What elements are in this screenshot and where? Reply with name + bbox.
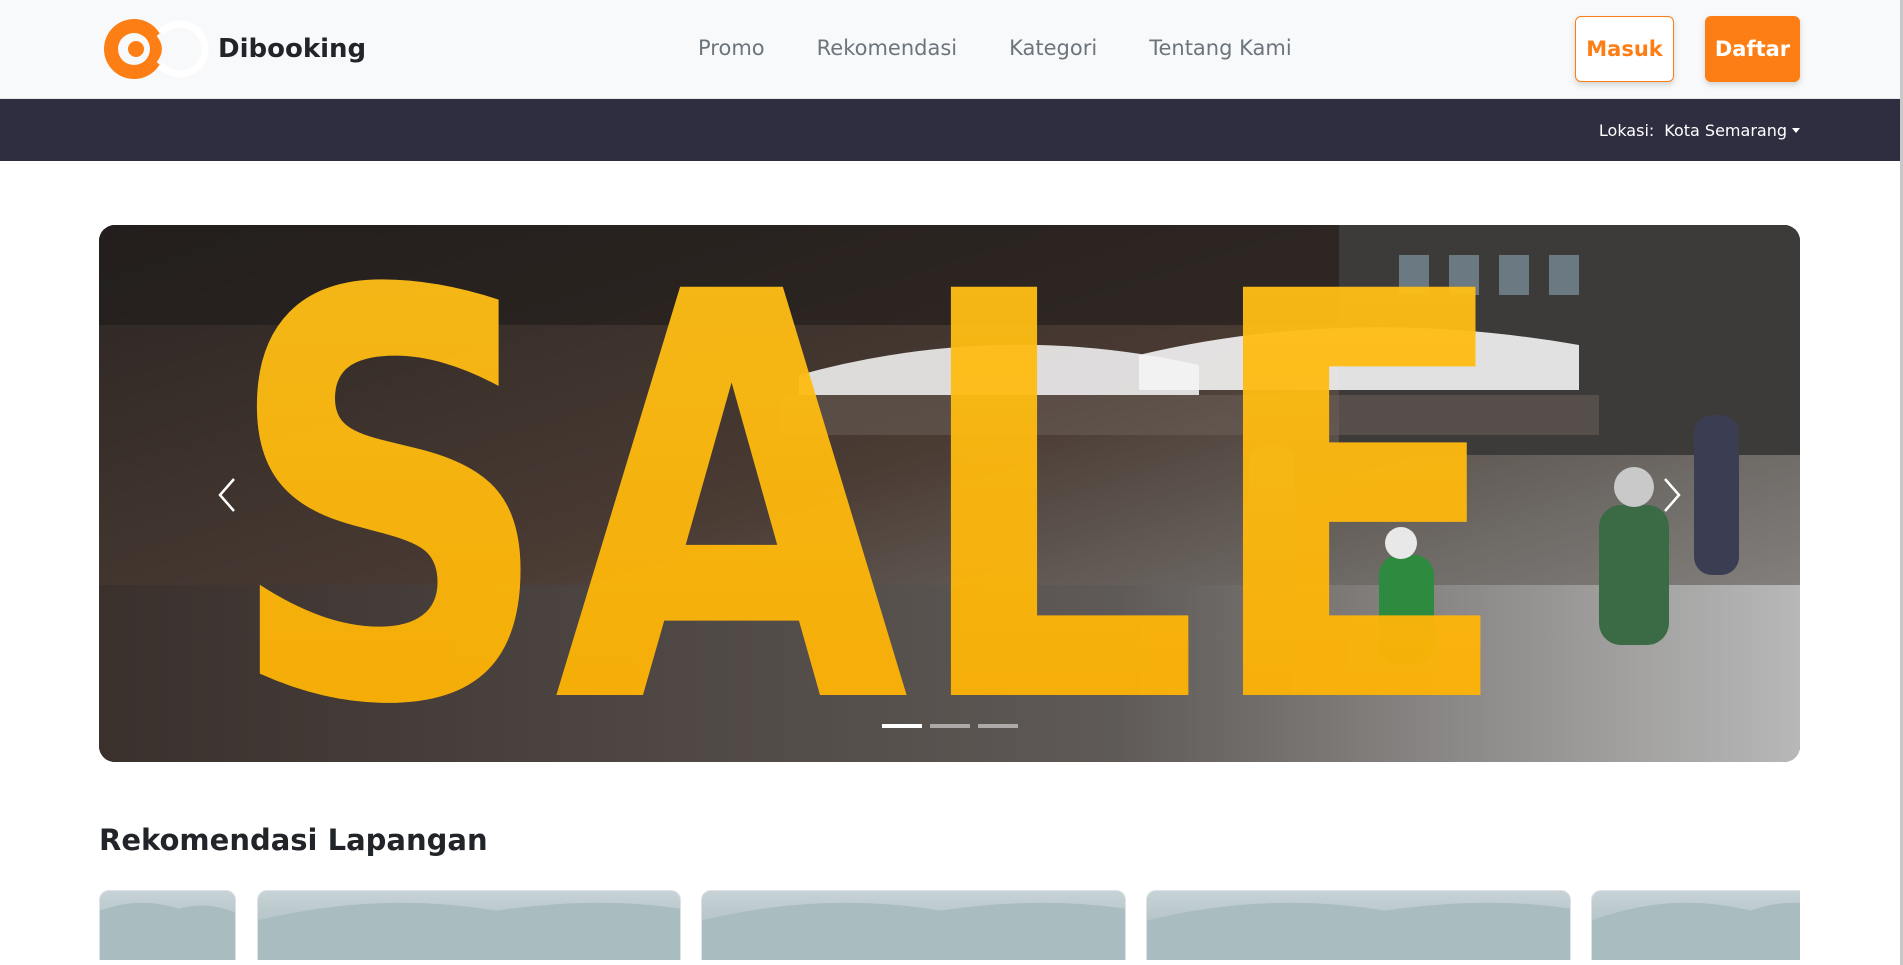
carousel-indicators bbox=[881, 724, 1018, 728]
svg-text:SALE: SALE bbox=[224, 225, 1514, 762]
venue-card-image bbox=[1147, 902, 1570, 960]
carousel-indicator-3[interactable] bbox=[977, 724, 1018, 728]
venue-card[interactable] bbox=[1146, 890, 1571, 960]
venue-card-image bbox=[1592, 902, 1800, 960]
nav-link-rekomendasi[interactable]: Rekomendasi bbox=[817, 36, 958, 60]
chevron-left-icon bbox=[218, 478, 235, 512]
brand-name: Dibooking bbox=[218, 34, 367, 64]
brand-link[interactable]: Dibooking bbox=[99, 14, 366, 84]
location-label: Lokasi: bbox=[1598, 121, 1655, 140]
nav-link-kategori[interactable]: Kategori bbox=[1009, 36, 1097, 60]
venue-card[interactable] bbox=[99, 890, 236, 960]
nav-link-promo[interactable]: Promo bbox=[698, 36, 765, 60]
location-bar: Lokasi: Kota Semarang bbox=[0, 99, 1900, 161]
location-selector: Lokasi: Kota Semarang bbox=[1599, 121, 1800, 140]
navbar: Dibooking Promo Rekomendasi Kategori Ten… bbox=[0, 0, 1900, 99]
carousel-slide-image: SALE bbox=[99, 225, 1800, 762]
venue-card-image bbox=[258, 902, 680, 960]
venue-card[interactable] bbox=[257, 890, 681, 960]
section-title-rekomendasi: Rekomendasi Lapangan bbox=[99, 823, 488, 857]
carousel-indicator-1[interactable] bbox=[881, 724, 922, 728]
venue-card-image bbox=[702, 902, 1125, 960]
recommendation-cards bbox=[99, 890, 1800, 960]
location-value: Kota Semarang bbox=[1664, 121, 1787, 140]
login-button[interactable]: Masuk bbox=[1575, 16, 1674, 82]
venue-card[interactable] bbox=[701, 890, 1126, 960]
register-button[interactable]: Daftar bbox=[1705, 16, 1800, 82]
promo-carousel: SALE bbox=[99, 225, 1800, 762]
caret-down-icon bbox=[1792, 128, 1800, 133]
nav-link-tentang-kami[interactable]: Tentang Kami bbox=[1149, 36, 1291, 60]
carousel-indicator-2[interactable] bbox=[929, 724, 970, 728]
carousel-prev-button[interactable] bbox=[197, 455, 257, 535]
venue-card-image bbox=[100, 902, 235, 960]
chevron-right-icon bbox=[1664, 478, 1681, 512]
dibooking-logo-icon bbox=[99, 14, 215, 84]
location-dropdown[interactable]: Kota Semarang bbox=[1664, 121, 1800, 140]
page: Dibooking Promo Rekomendasi Kategori Ten… bbox=[0, 0, 1903, 965]
carousel-next-button[interactable] bbox=[1642, 455, 1702, 535]
nav-links: Promo Rekomendasi Kategori Tentang Kami bbox=[698, 36, 1344, 60]
venue-card[interactable] bbox=[1591, 890, 1800, 960]
